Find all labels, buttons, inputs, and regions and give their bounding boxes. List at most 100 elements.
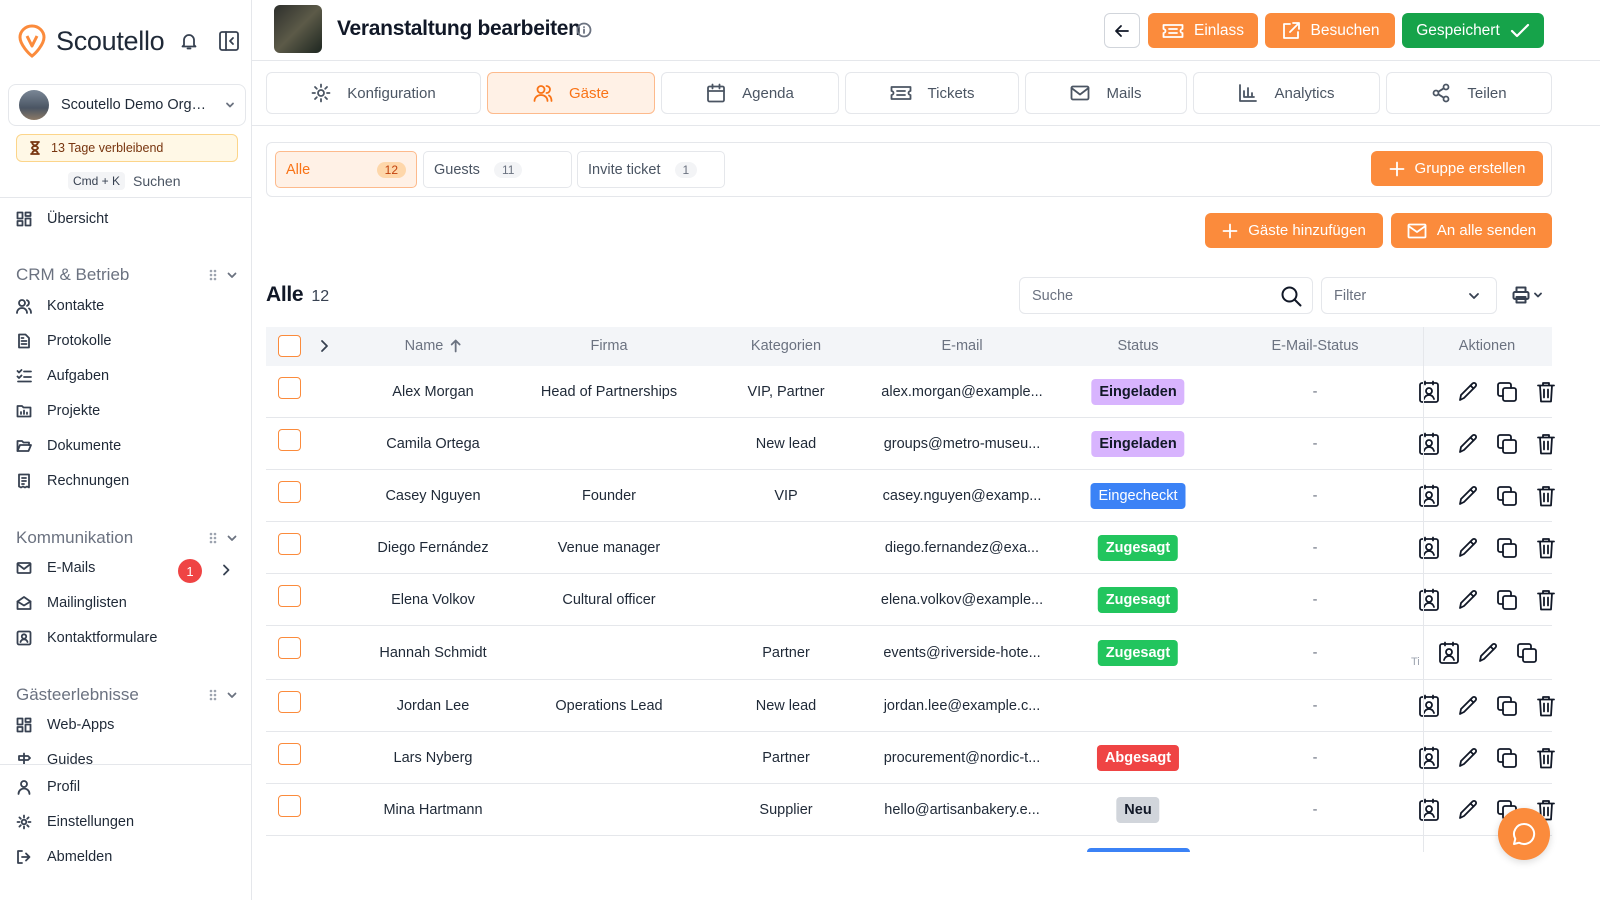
pencil-icon[interactable] [1457,695,1479,717]
group-chip-guests[interactable]: Guests 11 [423,151,572,188]
row-checkbox[interactable] [278,481,301,503]
copy-icon[interactable] [1496,485,1518,507]
section-guest-experiences[interactable]: Gästeerlebnisse [16,685,238,705]
pencil-icon[interactable] [1457,485,1479,507]
pencil-icon[interactable] [1457,381,1479,403]
search-icon[interactable] [1280,285,1302,307]
checkin-button[interactable]: Einlass [1148,13,1258,48]
tab-guests[interactable]: Gäste [487,72,655,114]
print-button[interactable] [1512,286,1542,304]
contact-card-icon[interactable] [1418,746,1440,770]
copy-icon[interactable] [1496,695,1518,717]
chevron-right-icon[interactable] [318,338,330,354]
section-crm[interactable]: CRM & Betrieb [16,265,238,285]
copy-icon[interactable] [1496,589,1518,611]
row-checkbox[interactable] [278,637,301,659]
row-checkbox[interactable] [278,429,301,451]
row-checkbox[interactable] [278,377,301,399]
nav-mailing-lists[interactable]: Mailinglisten [16,595,127,611]
tab-analytics[interactable]: Analytics [1193,72,1380,114]
pencil-icon[interactable] [1457,537,1479,559]
contact-card-icon[interactable] [1418,694,1440,718]
chevron-right-icon[interactable] [220,563,232,577]
nav-projects[interactable]: Projekte [16,403,100,419]
add-guests-button[interactable]: Gäste hinzufügen [1205,213,1383,248]
row-checkbox[interactable] [278,585,301,607]
trash-icon[interactable] [1536,747,1556,769]
select-all-checkbox[interactable] [278,335,301,357]
pencil-icon[interactable] [1477,642,1499,664]
drag-handle-icon[interactable] [208,531,218,545]
org-switcher[interactable]: Scoutello Demo Org… [8,84,246,126]
trash-icon[interactable] [1536,485,1556,507]
pencil-icon[interactable] [1457,433,1479,455]
nav-contact-forms[interactable]: Kontaktformulare [16,630,157,646]
copy-icon[interactable] [1496,381,1518,403]
tab-share[interactable]: Teilen [1386,72,1552,114]
visit-button[interactable]: Besuchen [1265,13,1395,48]
column-header-company[interactable]: Firma [590,338,627,354]
chevron-down-icon[interactable] [226,269,238,281]
trash-icon[interactable] [1536,433,1556,455]
back-button[interactable] [1104,13,1140,48]
contact-card-icon[interactable] [1418,380,1440,404]
nav-overview[interactable]: Übersicht [16,211,108,227]
column-header-status[interactable]: Status [1117,338,1158,354]
search-input[interactable]: Suche [1019,277,1313,314]
nav-web-apps[interactable]: Web-Apps [16,717,114,733]
nav-emails[interactable]: E-Mails [16,560,95,576]
column-header-categories[interactable]: Kategorien [751,338,821,354]
tab-tickets[interactable]: Tickets [845,72,1019,114]
copy-icon[interactable] [1496,747,1518,769]
row-checkbox[interactable] [278,743,301,765]
pencil-icon[interactable] [1457,589,1479,611]
group-chip-invite-ticket[interactable]: Invite ticket 1 [577,151,725,188]
contact-card-icon[interactable] [1418,484,1440,508]
nav-profile[interactable]: Profil [16,779,80,795]
section-communication[interactable]: Kommunikation [16,528,238,548]
tab-configuration[interactable]: Konfiguration [266,72,481,114]
contact-card-icon[interactable] [1418,536,1440,560]
send-all-button[interactable]: An alle senden [1391,213,1552,248]
trash-icon[interactable] [1536,589,1556,611]
nav-settings[interactable]: Einstellungen [16,814,134,830]
nav-invoices[interactable]: Rechnungen [16,473,129,489]
copy-icon[interactable] [1516,642,1538,664]
info-icon[interactable] [576,22,592,38]
nav-contacts[interactable]: Kontakte [16,298,104,314]
pencil-icon[interactable] [1457,799,1479,821]
chevron-down-icon[interactable] [226,689,238,701]
trash-icon[interactable] [1536,695,1556,717]
drag-handle-icon[interactable] [208,268,218,282]
nav-logout[interactable]: Abmelden [16,849,112,865]
copy-icon[interactable] [1496,433,1518,455]
create-group-button[interactable]: Gruppe erstellen [1371,151,1543,186]
column-header-email[interactable]: E-mail [941,338,982,354]
nav-logs[interactable]: Protokolle [16,333,111,349]
nav-documents[interactable]: Dokumente [16,438,121,454]
column-header-name[interactable]: Name [405,338,462,354]
contact-card-icon[interactable] [1418,588,1440,612]
bell-icon[interactable] [181,32,197,50]
nav-tasks[interactable]: Aufgaben [16,368,109,384]
trash-icon[interactable] [1536,381,1556,403]
tab-mails[interactable]: Mails [1025,72,1187,114]
nav-guides[interactable]: Guides [16,752,93,764]
contact-card-icon[interactable] [1418,432,1440,456]
copy-icon[interactable] [1496,537,1518,559]
contact-card-icon[interactable] [1438,641,1460,665]
saved-button[interactable]: Gespeichert [1402,13,1544,48]
tab-agenda[interactable]: Agenda [661,72,839,114]
group-chip-all[interactable]: Alle 12 [275,151,417,188]
sidebar-collapse-icon[interactable] [218,30,240,52]
chevron-down-icon[interactable] [226,532,238,544]
row-checkbox[interactable] [278,533,301,555]
trial-banner[interactable]: 13 Tage verbleibend [16,134,238,162]
chat-button[interactable] [1498,808,1550,860]
contact-card-icon[interactable] [1418,798,1440,822]
command-search[interactable]: Cmd + K Suchen [68,172,181,190]
row-checkbox[interactable] [278,691,301,713]
drag-handle-icon[interactable] [208,688,218,702]
row-checkbox[interactable] [278,795,301,817]
column-header-email-status[interactable]: E-Mail-Status [1271,338,1358,354]
